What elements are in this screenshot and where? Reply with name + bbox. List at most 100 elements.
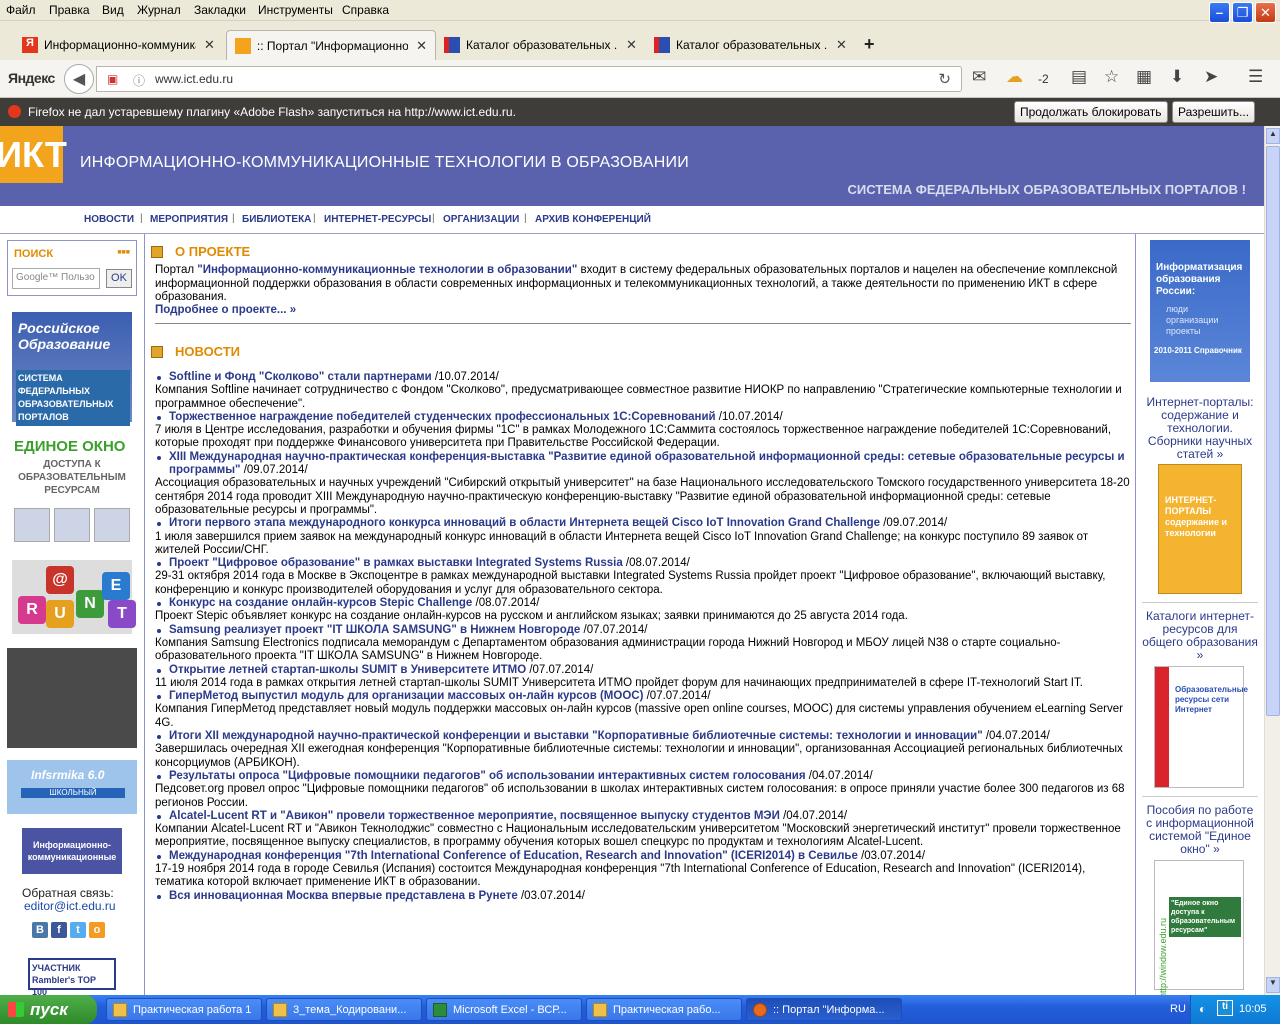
news-title-link[interactable]: Итоги первого этапа международного конку… <box>169 517 880 529</box>
minimize-icon[interactable]: – <box>1209 2 1230 23</box>
more-about-link[interactable]: Подробнее о проекте... » <box>155 304 296 316</box>
yandex-logo[interactable]: Яндекс <box>8 70 55 86</box>
folder-icon <box>593 1002 607 1017</box>
menu-help[interactable]: Справка <box>342 3 389 17</box>
close-tab-icon[interactable]: ✕ <box>626 37 637 53</box>
vk-icon[interactable]: В <box>32 922 48 938</box>
scroll-up-icon[interactable]: ▲ <box>1266 128 1280 144</box>
nav-organizations[interactable]: ОРГАНИЗАЦИИ <box>443 214 519 225</box>
news-title-link[interactable]: Результаты опроса "Цифровые помощники пе… <box>169 770 806 782</box>
feedback-email-link[interactable]: editor@ict.edu.ru <box>24 899 116 913</box>
scrollbar-thumb[interactable] <box>1266 146 1280 716</box>
news-description: Проект Stepic объявляет конкурс на созда… <box>155 610 908 623</box>
search-input[interactable]: Google™ Пользо <box>12 268 100 289</box>
portals-collection-link[interactable]: Интернет-порталы: содержание и технологи… <box>1142 396 1258 461</box>
ikt-banner[interactable]: Информационно-коммуникационные <box>22 828 122 874</box>
nav-events[interactable]: МЕРОПРИЯТИЯ <box>150 214 228 225</box>
menu-bookmarks[interactable]: Закладки <box>194 3 246 17</box>
runet-banner[interactable]: R U N E T @ <box>12 560 136 634</box>
browser-tab-4[interactable]: Каталог образовательных ... ✕ <box>646 30 856 60</box>
nav-internet-resources[interactable]: ИНТЕРНЕТ-РЕСУРСЫ <box>324 214 431 225</box>
news-title-link[interactable]: Итоги XII международной научно-практичес… <box>169 730 983 742</box>
start-button[interactable]: пуск <box>0 995 97 1024</box>
news-title-link[interactable]: Вся инновационная Москва впервые предста… <box>169 890 518 902</box>
vertical-scrollbar[interactable]: ▲ ▼ <box>1264 126 1280 995</box>
single-window-banner[interactable]: ЕДИНОЕ ОКНО ДОСТУПА К ОБРАЗОВАТЕЛЬНЫМ РЕ… <box>12 434 132 546</box>
nav-news[interactable]: НОВОСТИ <box>84 214 134 225</box>
news-title-link[interactable]: Softline и Фонд "Сколково" стали партнер… <box>169 371 432 383</box>
taskbar-item[interactable]: 3_тема_Кодировани... <box>266 998 422 1021</box>
news-title-link[interactable]: XIII Международная научно-практическая к… <box>169 451 1125 476</box>
flash-placeholder[interactable] <box>7 648 137 748</box>
taskbar-item-firefox[interactable]: :: Портал "Информа... <box>746 998 902 1021</box>
tray-t-icon[interactable]: ti <box>1217 1000 1233 1016</box>
allow-button[interactable]: Разрешить... <box>1172 101 1256 123</box>
taskbar-item[interactable]: Практическая работа 1 <box>106 998 262 1021</box>
menu-edit[interactable]: Правка <box>49 3 90 17</box>
news-title-link[interactable]: ГиперМетод выпустил модуль для организац… <box>169 690 643 702</box>
odnoklassniki-icon[interactable]: o <box>89 922 105 938</box>
news-item: XIII Международная научно-практическая к… <box>155 451 1131 517</box>
menu-view[interactable]: Вид <box>102 3 124 17</box>
reading-list-icon[interactable]: ▦ <box>1136 67 1152 87</box>
nav-library[interactable]: БИБЛИОТЕКА <box>242 214 311 225</box>
bookmark-star-icon[interactable]: ☆ <box>1104 67 1119 87</box>
close-tab-icon[interactable]: ✕ <box>416 38 427 54</box>
translate-icon[interactable]: ▤ <box>1071 67 1087 87</box>
news-title-link[interactable]: Samsung реализует проект "IT ШКОЛА SAMSU… <box>169 624 580 636</box>
book-internet-portals-cover[interactable]: ИНТЕРНЕТ-ПОРТАЛЫ содержание и технологии <box>1158 464 1242 594</box>
language-indicator[interactable]: RU <box>1170 1003 1186 1015</box>
news-date: /10.07.2014/ <box>431 371 499 383</box>
taskbar-item[interactable]: Microsoft Excel - ВСР... <box>426 998 582 1021</box>
site-logo[interactable]: ИКТ <box>0 126 67 183</box>
hamburger-menu-icon[interactable]: ☰ <box>1248 67 1263 87</box>
close-icon[interactable]: ✕ <box>1255 2 1276 23</box>
weather-temperature[interactable]: -2 <box>1038 72 1049 86</box>
back-arrow-icon[interactable]: ◀ <box>64 64 94 94</box>
search-ok-button[interactable]: OK <box>106 269 132 288</box>
facebook-icon[interactable]: f <box>51 922 67 938</box>
new-tab-icon[interactable]: + <box>864 34 875 55</box>
taskbar-item-label: :: Портал "Информа... <box>773 1003 885 1016</box>
tray-app-icon[interactable]: ◐ <box>1199 1002 1206 1016</box>
weather-icon[interactable]: ☁ <box>1006 67 1023 87</box>
catalogs-link[interactable]: Каталоги интернет-ресурсов для общего об… <box>1142 610 1258 662</box>
nav-conference-archive[interactable]: АРХИВ КОНФЕРЕНЦИЙ <box>535 214 651 225</box>
news-title-link[interactable]: Конкурс на создание онлайн-курсов Stepic… <box>169 597 472 609</box>
russian-education-banner[interactable]: Российское Образование СИСТЕМА ФЕДЕРАЛЬН… <box>12 312 132 426</box>
maximize-icon[interactable]: ❐ <box>1232 2 1253 23</box>
menu-file[interactable]: Файл <box>6 3 36 17</box>
info-icon[interactable]: ⓘ <box>133 72 145 89</box>
browser-tab-3[interactable]: Каталог образовательных ... ✕ <box>436 30 646 60</box>
news-title-link[interactable]: Международная конференция "7th Internati… <box>169 850 858 862</box>
menu-tools[interactable]: Инструменты <box>258 3 333 17</box>
banner-photo <box>14 508 50 542</box>
single-window-guides-link[interactable]: Пособия по работе с информационной систе… <box>1142 804 1258 856</box>
portal-link[interactable]: "Информационно-коммуникационные технолог… <box>197 264 577 276</box>
mail-icon[interactable]: ✉ <box>972 67 986 87</box>
url-text[interactable]: www.ict.edu.ru <box>155 72 233 86</box>
news-title-link[interactable]: Торжественное награждение победителей ст… <box>169 411 716 423</box>
news-title-link[interactable]: Открытие летней стартап-школы SUMIT в Ун… <box>169 664 526 676</box>
continue-blocking-button[interactable]: Продолжать блокировать <box>1014 101 1168 123</box>
browser-tab-2[interactable]: :: Портал "Информационно-... ✕ <box>226 30 436 60</box>
scroll-down-icon[interactable]: ▼ <box>1266 977 1280 993</box>
reload-icon[interactable]: ↻ <box>938 70 951 88</box>
news-title-link[interactable]: Alcatel-Lucent RT и "Авикон" провели тор… <box>169 810 780 822</box>
download-icon[interactable]: ⬇ <box>1170 67 1184 87</box>
close-tab-icon[interactable]: ✕ <box>204 37 215 53</box>
book-informatization-cover[interactable]: Информатизация образования России: люди … <box>1150 240 1250 382</box>
menu-history[interactable]: Журнал <box>137 3 181 17</box>
informatika-banner[interactable]: Infsrmika 6.0 ШКОЛЬНЫЙ <box>7 760 137 814</box>
close-tab-icon[interactable]: ✕ <box>836 37 847 53</box>
send-icon[interactable]: ➤ <box>1204 67 1218 87</box>
url-bar[interactable]: ▣ ⓘ www.ict.edu.ru ↻ <box>96 66 962 92</box>
book-single-window-cover[interactable]: "Единое окно доступа к образовательным р… <box>1154 860 1244 995</box>
rambler-top100-badge[interactable]: УЧАСТНИК Rambler's TOP 100 <box>28 958 116 995</box>
taskbar-item[interactable]: Практическая рабо... <box>586 998 742 1021</box>
book-edu-resources-cover[interactable]: Образовательные ресурсы сети Интернет <box>1154 666 1248 788</box>
browser-tab-1[interactable]: Я Информационно-коммуника... ✕ <box>14 30 224 60</box>
plugin-icon[interactable]: ▣ <box>107 72 118 86</box>
twitter-icon[interactable]: t <box>70 922 86 938</box>
news-title-link[interactable]: Проект "Цифровое образование" в рамках в… <box>169 557 623 569</box>
